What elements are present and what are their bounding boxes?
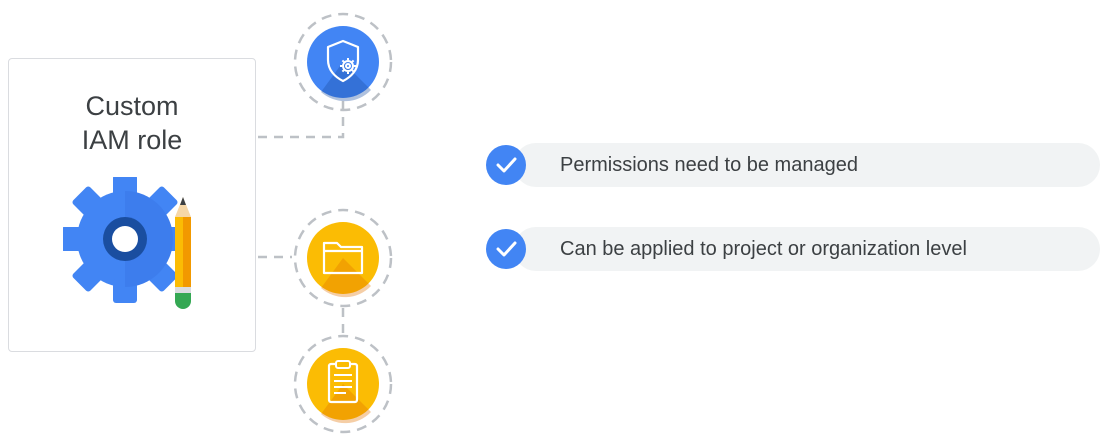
folder-node (291, 206, 395, 310)
clipboard-node (291, 332, 395, 436)
card-title: Custom IAM role (9, 89, 255, 157)
folder-icon (293, 208, 393, 308)
gear-pencil-icon (63, 177, 191, 309)
checklist-item: Can be applied to project or organizatio… (486, 227, 1100, 271)
checklist-text: Permissions need to be managed (560, 154, 858, 176)
check-icon (486, 145, 526, 185)
shield-node (291, 10, 395, 114)
custom-iam-role-card: Custom IAM role (8, 58, 256, 352)
card-title-line1: Custom (85, 91, 179, 121)
checklist-item: Permissions need to be managed (486, 143, 1100, 187)
checklist-text: Can be applied to project or organizatio… (560, 238, 967, 260)
check-icon (486, 229, 526, 269)
card-title-line2: IAM role (81, 125, 183, 155)
clipboard-icon (293, 334, 393, 434)
shield-gear-icon (293, 12, 393, 112)
